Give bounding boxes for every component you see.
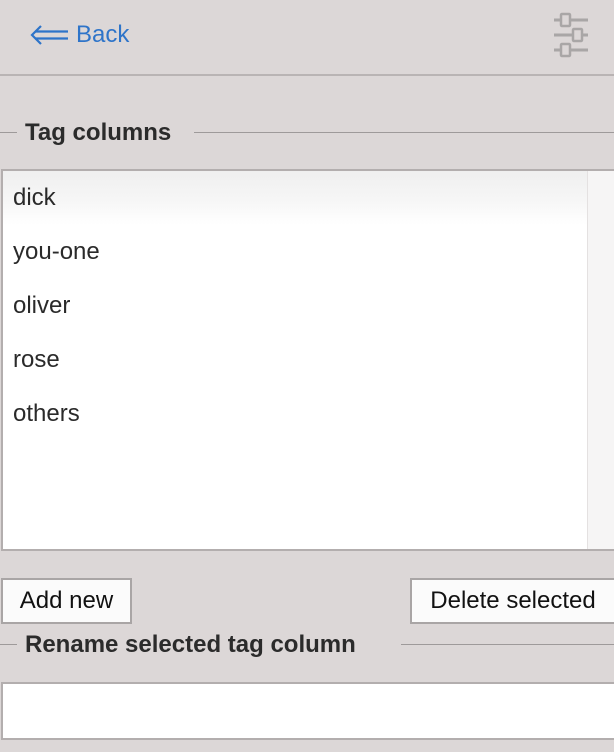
rename-tag-column-input[interactable]: [1, 682, 614, 740]
legend-line-right: [194, 132, 614, 133]
add-new-button[interactable]: Add new: [1, 578, 132, 624]
rename-heading: Rename selected tag column: [25, 631, 356, 658]
tag-columns-legend: Tag columns: [0, 118, 614, 148]
left-double-arrow-icon: [30, 25, 68, 45]
back-label: Back: [76, 21, 130, 48]
list-item[interactable]: dick: [3, 171, 587, 225]
tag-columns-heading: Tag columns: [25, 119, 172, 146]
tag-column-items: dick you-one oliver rose others: [3, 171, 587, 441]
legend-line-left: [0, 644, 17, 645]
list-item[interactable]: you-one: [3, 225, 587, 279]
tag-column-list[interactable]: dick you-one oliver rose others: [1, 169, 614, 551]
legend-line-left: [0, 132, 17, 133]
legend-line-right: [401, 644, 614, 645]
sliders-icon[interactable]: [552, 12, 590, 58]
back-link[interactable]: Back: [30, 18, 129, 52]
list-item[interactable]: oliver: [3, 279, 587, 333]
rename-legend: Rename selected tag column: [0, 630, 614, 660]
list-item[interactable]: rose: [3, 333, 587, 387]
list-item[interactable]: others: [3, 387, 587, 441]
delete-selected-button[interactable]: Delete selected: [410, 578, 614, 624]
list-scrollbar[interactable]: [587, 171, 614, 549]
top-bar: Back: [0, 0, 614, 76]
